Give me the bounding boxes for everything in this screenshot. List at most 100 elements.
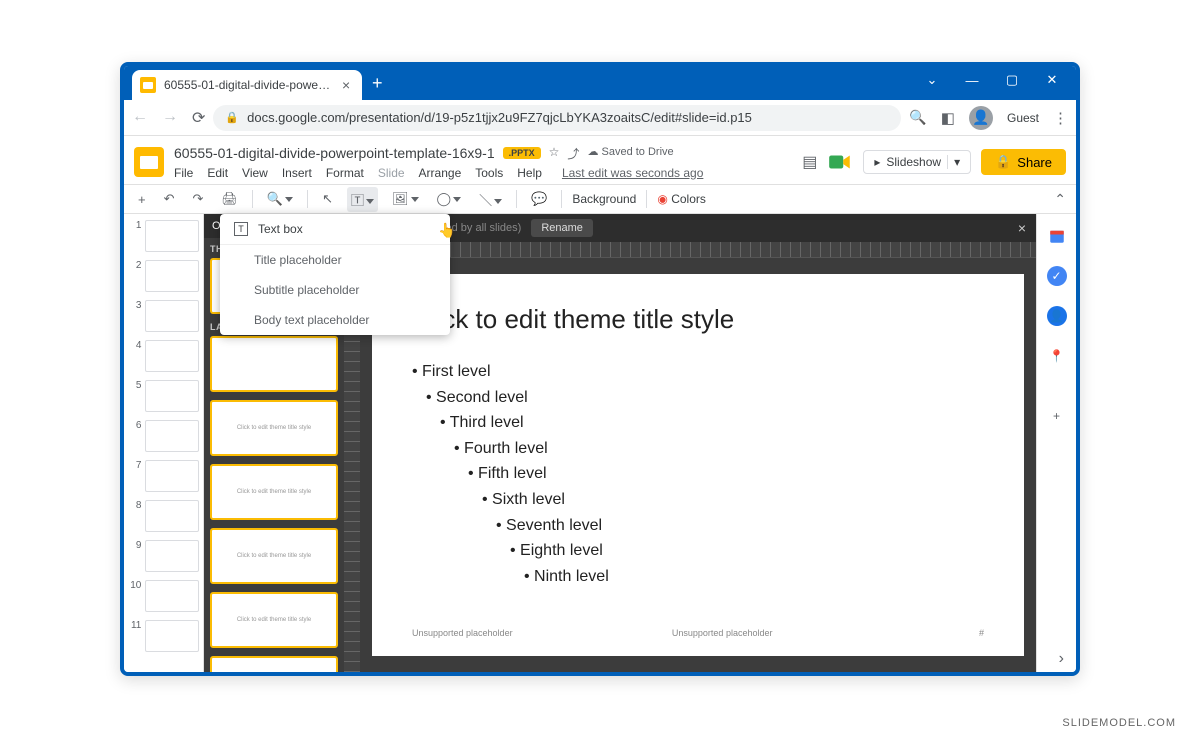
share-button[interactable]: 🔒 Share bbox=[981, 149, 1066, 175]
slide-thumbnail[interactable] bbox=[145, 220, 199, 252]
image-tool-icon[interactable]: 🖼 bbox=[388, 188, 423, 210]
toolbar: + ↶ ↷ 🖨 🔍 ↖ 🅃 🖼 ◯ ＼ 💬 Background ◉ Color… bbox=[124, 184, 1076, 214]
filmstrip-slide[interactable]: 3 bbox=[128, 300, 199, 332]
slide-thumbnail[interactable] bbox=[145, 420, 199, 452]
comment-tool-icon[interactable]: 💬 bbox=[527, 188, 551, 210]
slide-thumbnail[interactable] bbox=[145, 380, 199, 412]
add-addon-icon[interactable]: + bbox=[1047, 406, 1067, 426]
profile-avatar[interactable]: 👤 bbox=[969, 106, 993, 130]
contacts-addon-icon[interactable]: 👤 bbox=[1047, 306, 1067, 326]
search-hint-icon[interactable]: 🔍 bbox=[909, 109, 926, 126]
slideshow-button[interactable]: ▸ Slideshow ▾ bbox=[863, 150, 971, 174]
slide-canvas[interactable]: Click to edit theme title style • First … bbox=[372, 274, 1024, 656]
dropdown-item-title-placeholder[interactable]: Title placeholder bbox=[220, 245, 450, 275]
watermark: SLIDEMODEL.COM bbox=[1062, 717, 1176, 729]
reload-icon[interactable]: ⟳ bbox=[192, 108, 205, 128]
filmstrip-slide[interactable]: 10 bbox=[128, 580, 199, 612]
comments-icon[interactable]: ▤ bbox=[802, 152, 817, 172]
star-icon[interactable]: ☆ bbox=[549, 145, 560, 162]
pptx-badge: .PPTX bbox=[503, 147, 541, 159]
menu-slide[interactable]: Slide bbox=[378, 166, 405, 180]
menu-view[interactable]: View bbox=[242, 166, 268, 180]
maps-addon-icon[interactable]: 📍 bbox=[1047, 346, 1067, 366]
keep-addon-icon[interactable]: ✓ bbox=[1047, 266, 1067, 286]
redo-icon[interactable]: ↷ bbox=[189, 188, 208, 210]
line-tool-icon[interactable]: ＼ bbox=[475, 187, 506, 212]
undo-icon[interactable]: ↶ bbox=[160, 188, 179, 210]
menu-tools[interactable]: Tools bbox=[475, 166, 503, 180]
doc-title[interactable]: 60555-01-digital-divide-powerpoint-templ… bbox=[174, 145, 495, 161]
new-slide-icon[interactable]: + bbox=[134, 189, 150, 210]
collapse-toolbar-icon[interactable]: ⌃ bbox=[1054, 191, 1066, 208]
slide-thumbnail[interactable] bbox=[145, 300, 199, 332]
slide-thumbnail[interactable] bbox=[145, 500, 199, 532]
menu-insert[interactable]: Insert bbox=[282, 166, 312, 180]
forward-icon[interactable]: → bbox=[162, 108, 178, 128]
shape-tool-icon[interactable]: ◯ bbox=[433, 188, 466, 210]
textbox-tool-icon[interactable]: 🅃 bbox=[347, 187, 378, 212]
panel-icon[interactable]: ◧ bbox=[941, 109, 955, 127]
layout-thumb[interactable]: Click to edit theme title style bbox=[210, 400, 338, 456]
slide-thumbnail[interactable] bbox=[145, 580, 199, 612]
layout-thumb[interactable] bbox=[210, 656, 338, 672]
filmstrip-slide[interactable]: 5 bbox=[128, 380, 199, 412]
filmstrip-slide[interactable]: 7 bbox=[128, 460, 199, 492]
filmstrip-slide[interactable]: 11 bbox=[128, 620, 199, 652]
background-button[interactable]: Background bbox=[572, 192, 636, 206]
filmstrip-slide[interactable]: 2 bbox=[128, 260, 199, 292]
filmstrip-slide[interactable]: 4 bbox=[128, 340, 199, 372]
close-theme-editor-icon[interactable]: × bbox=[1018, 220, 1026, 236]
menu-file[interactable]: File bbox=[174, 166, 193, 180]
theme-title-placeholder[interactable]: Click to edit theme title style bbox=[412, 304, 984, 335]
close-window-icon[interactable]: ✕ bbox=[1034, 66, 1070, 94]
filmstrip-slide[interactable]: 8 bbox=[128, 500, 199, 532]
slide-thumbnail[interactable] bbox=[145, 460, 199, 492]
dropdown-item-body-placeholder[interactable]: Body text placeholder bbox=[220, 305, 450, 335]
filmstrip-slide[interactable]: 6 bbox=[128, 420, 199, 452]
layout-thumb[interactable] bbox=[210, 336, 338, 392]
page-number-placeholder: # bbox=[979, 628, 984, 638]
menu-format[interactable]: Format bbox=[326, 166, 364, 180]
browser-window: 60555-01-digital-divide-powerpo × + ⌄ — … bbox=[120, 62, 1080, 676]
layout-thumb[interactable]: Click to edit theme title style bbox=[210, 592, 338, 648]
filmstrip-slide[interactable]: 1 bbox=[128, 220, 199, 252]
last-edit-link[interactable]: Last edit was seconds ago bbox=[562, 166, 703, 180]
maximize-icon[interactable]: ▢ bbox=[994, 66, 1030, 94]
move-icon[interactable]: ⤴ bbox=[567, 145, 579, 162]
select-tool-icon[interactable]: ↖ bbox=[318, 188, 337, 210]
slides-logo[interactable] bbox=[134, 147, 164, 177]
dropdown-item-text-box[interactable]: T Text box bbox=[220, 214, 450, 245]
filmstrip[interactable]: 1 2 3 4 5 6 7 8 9 10 11 bbox=[124, 214, 204, 672]
minimize-icon[interactable]: — bbox=[954, 66, 990, 94]
browser-tab[interactable]: 60555-01-digital-divide-powerpo × bbox=[132, 70, 362, 100]
rename-button[interactable]: Rename bbox=[531, 219, 593, 237]
menu-arrange[interactable]: Arrange bbox=[419, 166, 462, 180]
colors-button[interactable]: ◉ Colors bbox=[657, 192, 706, 206]
back-icon[interactable]: ← bbox=[132, 108, 148, 128]
slide-number: 3 bbox=[128, 300, 141, 311]
theme-body-placeholder[interactable]: • First level• Second level• Third level… bbox=[412, 359, 984, 589]
address-bar: ← → ⟳ 🔒 docs.google.com/presentation/d/1… bbox=[124, 100, 1076, 136]
dropdown-item-subtitle-placeholder[interactable]: Subtitle placeholder bbox=[220, 275, 450, 305]
horizontal-ruler[interactable] bbox=[360, 242, 1036, 258]
layout-thumb[interactable]: Click to edit theme title style bbox=[210, 528, 338, 584]
slide-thumbnail[interactable] bbox=[145, 540, 199, 572]
filmstrip-slide[interactable]: 9 bbox=[128, 540, 199, 572]
zoom-icon[interactable]: 🔍 bbox=[263, 188, 297, 210]
slideshow-dropdown-icon[interactable]: ▾ bbox=[947, 155, 960, 169]
kebab-menu-icon[interactable]: ⋮ bbox=[1053, 109, 1068, 127]
menu-help[interactable]: Help bbox=[517, 166, 542, 180]
url-box[interactable]: 🔒 docs.google.com/presentation/d/19-p5z1… bbox=[213, 105, 901, 131]
meet-icon[interactable] bbox=[827, 149, 853, 175]
calendar-addon-icon[interactable] bbox=[1047, 226, 1067, 246]
layout-thumb[interactable]: Click to edit theme title style bbox=[210, 464, 338, 520]
collapse-side-panel-icon[interactable]: › bbox=[1059, 650, 1064, 668]
slide-thumbnail[interactable] bbox=[145, 260, 199, 292]
print-icon[interactable]: 🖨 bbox=[217, 188, 242, 210]
slide-thumbnail[interactable] bbox=[145, 620, 199, 652]
slide-thumbnail[interactable] bbox=[145, 340, 199, 372]
menu-edit[interactable]: Edit bbox=[207, 166, 228, 180]
tab-close-icon[interactable]: × bbox=[342, 77, 350, 93]
new-tab-button[interactable]: + bbox=[372, 73, 383, 94]
win-dropdown-icon[interactable]: ⌄ bbox=[914, 66, 950, 94]
